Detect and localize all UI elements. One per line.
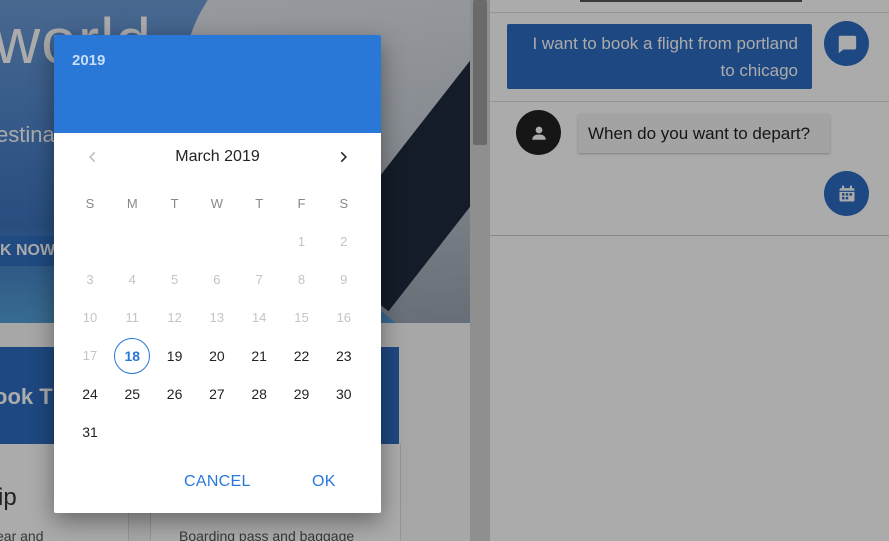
header-year[interactable]: 2019 — [72, 52, 105, 69]
weekday-label: T — [170, 196, 179, 211]
weekday-label: W — [210, 196, 224, 211]
day-cell[interactable]: 21 — [241, 338, 277, 374]
day-cell[interactable]: 26 — [157, 376, 193, 412]
day-cell: 3 — [86, 272, 94, 287]
day-cell[interactable]: 23 — [326, 338, 362, 374]
day-cell[interactable]: 30 — [326, 376, 362, 412]
weekday-label: T — [255, 196, 264, 211]
day-cell: 15 — [294, 310, 309, 325]
day-cell: 14 — [251, 310, 267, 325]
day-cell[interactable]: 29 — [284, 376, 320, 412]
day-cell[interactable]: 31 — [72, 414, 108, 450]
day-cell: 10 — [82, 310, 98, 325]
weekday-label: F — [297, 196, 306, 211]
day-cell: 2 — [340, 234, 348, 249]
day-cell: 12 — [167, 310, 182, 325]
day-cell-today[interactable]: 18 — [114, 338, 151, 374]
weekday-label: S — [339, 196, 349, 211]
cancel-button[interactable]: CANCEL — [184, 473, 251, 491]
chevron-right-icon[interactable] — [329, 143, 357, 171]
date-picker-dialog: 2019 March 2019 SMTWTFS 1 2 3 4 5 6 7 8 9 10 11 12 1… — [54, 35, 381, 513]
weekday-label: S — [85, 196, 95, 211]
ok-button[interactable]: OK — [312, 473, 336, 491]
weekday-label: M — [126, 196, 138, 211]
day-cell[interactable]: 24 — [72, 376, 108, 412]
day-cell: 11 — [125, 310, 140, 325]
day-cell: 13 — [209, 310, 225, 325]
day-cell: 8 — [297, 272, 306, 287]
day-cell: 4 — [128, 272, 136, 287]
month-navigation: March 2019 — [54, 143, 381, 171]
day-cell: 6 — [213, 272, 221, 287]
day-cell: 5 — [170, 272, 179, 287]
day-cell: 1 — [297, 234, 306, 249]
day-cell: 17 — [82, 348, 98, 363]
date-picker-header: 2019 — [54, 35, 381, 133]
day-cell[interactable]: 28 — [241, 376, 277, 412]
day-cell: 7 — [255, 272, 263, 287]
day-cell[interactable]: 22 — [284, 338, 320, 374]
day-cell: 9 — [340, 272, 348, 287]
calendar-grid: 1 2 3 4 5 6 7 8 9 10 11 12 13 14 15 16 17 18 19 20 21 22 23 24 2… — [69, 224, 369, 454]
weekday-header: SMTWTFS — [69, 196, 369, 214]
day-cell[interactable]: 20 — [199, 338, 235, 374]
day-cell[interactable]: 27 — [199, 376, 235, 412]
day-cell[interactable]: 19 — [157, 338, 193, 374]
day-cell[interactable]: 25 — [114, 376, 150, 412]
day-cell: 16 — [336, 310, 352, 325]
dialog-actions: CANCEL OK — [54, 473, 381, 497]
